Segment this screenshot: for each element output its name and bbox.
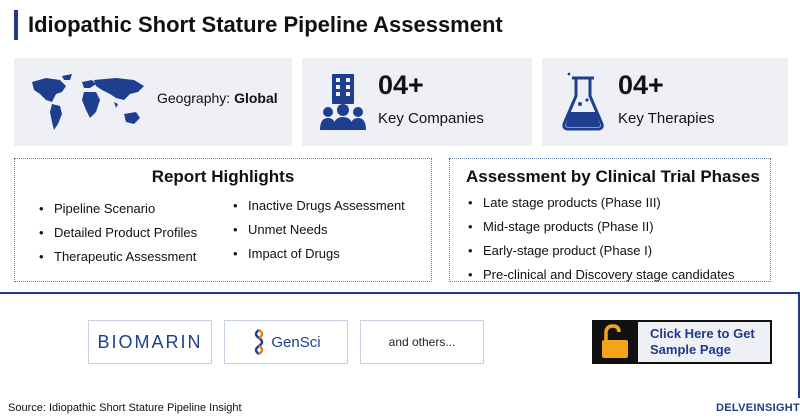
key-companies-label: Key Companies: [378, 110, 484, 127]
biomarin-logo-text: BIOMARIN: [97, 331, 203, 352]
flask-icon: [562, 72, 604, 131]
key-therapies-card: 04+ Key Therapies: [542, 58, 788, 146]
source-note: Source: Idiopathic Short Stature Pipelin…: [8, 402, 242, 414]
geography-text: Geography: Global: [157, 90, 278, 106]
list-item: Inactive Drugs Assessment: [233, 194, 405, 218]
gensci-mark-icon: [255, 328, 264, 356]
gensci-logo: GenSci: [224, 320, 348, 364]
geography-value: Global: [234, 90, 278, 106]
company-building-icon: [320, 74, 366, 130]
list-item: Pre-clinical and Discovery stage candida…: [468, 263, 734, 287]
highlights-list-left: Pipeline Scenario Detailed Product Profi…: [39, 197, 197, 269]
clinical-phases-title: Assessment by Clinical Trial Phases: [466, 167, 760, 186]
unlock-icon: [602, 324, 628, 358]
key-companies-count: 04+: [378, 70, 424, 100]
list-item: Mid-stage products (Phase II): [468, 215, 734, 239]
geography-label: Geography:: [157, 90, 231, 106]
companies-band: BIOMARIN GenSci and others... Click Here…: [0, 292, 800, 398]
list-item: Detailed Product Profiles: [39, 221, 197, 245]
sample-line-1: Click Here to Get: [650, 326, 755, 341]
others-text: and others...: [388, 335, 456, 349]
list-item: Unmet Needs: [233, 218, 405, 242]
list-item: Late stage products (Phase III): [468, 191, 734, 215]
others-box: and others...: [360, 320, 484, 364]
get-sample-page-button[interactable]: Click Here to Get Sample Page: [592, 320, 772, 364]
geography-card: Geography: Global: [14, 58, 292, 146]
sample-page-label: Click Here to Get Sample Page: [650, 326, 755, 358]
lock-background: [594, 322, 638, 362]
header: Idiopathic Short Stature Pipeline Assess…: [14, 10, 503, 40]
sample-line-2: Sample Page: [650, 342, 731, 357]
list-item: Therapeutic Assessment: [39, 245, 197, 269]
report-highlights-panel: Report Highlights Pipeline Scenario Deta…: [14, 158, 432, 282]
clinical-phases-panel: Assessment by Clinical Trial Phases Late…: [449, 158, 771, 287]
key-companies-card: 04+ Key Companies: [302, 58, 532, 146]
gensci-logo-text: GenSci: [271, 333, 321, 351]
world-map-icon: [32, 74, 144, 130]
report-highlights-title: Report Highlights: [151, 167, 295, 186]
list-item: Impact of Drugs: [233, 242, 405, 266]
phases-list: Late stage products (Phase III) Mid-stag…: [468, 191, 734, 287]
key-therapies-label: Key Therapies: [618, 110, 715, 127]
highlights-list-right: Inactive Drugs Assessment Unmet Needs Im…: [233, 194, 405, 266]
delveinsight-logo: DELVEINSIGHT: [716, 402, 800, 414]
page-title: Idiopathic Short Stature Pipeline Assess…: [28, 12, 503, 37]
list-item: Pipeline Scenario: [39, 197, 197, 221]
title-accent-bar: [14, 10, 18, 40]
key-therapies-count: 04+: [618, 70, 664, 100]
biomarin-logo: BIOMARIN: [88, 320, 212, 364]
list-item: Early-stage product (Phase I): [468, 239, 734, 263]
